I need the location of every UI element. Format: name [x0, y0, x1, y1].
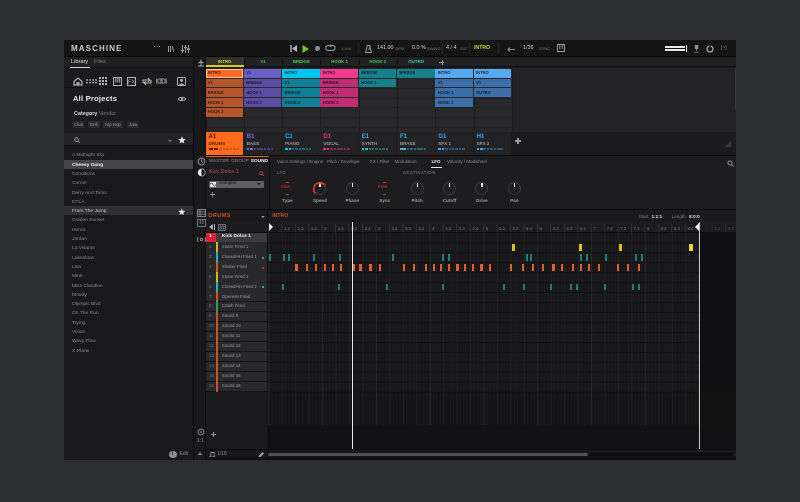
svg-text:6.4: 6.4 — [580, 226, 587, 231]
svg-text:5: 5 — [486, 226, 489, 231]
svg-text:3.3: 3.3 — [405, 226, 412, 231]
svg-text:7.2: 7.2 — [607, 226, 614, 231]
svg-text:3.4: 3.4 — [418, 226, 425, 231]
svg-text:3.2: 3.2 — [392, 226, 399, 231]
svg-text:7.4: 7.4 — [634, 226, 641, 231]
svg-text:7.3: 7.3 — [620, 226, 627, 231]
svg-text:5.3: 5.3 — [513, 226, 520, 231]
svg-text:6.3: 6.3 — [566, 226, 573, 231]
svg-text:4.3: 4.3 — [459, 226, 466, 231]
svg-text:1.3: 1.3 — [297, 226, 304, 231]
svg-text:5.4: 5.4 — [526, 226, 533, 231]
svg-text:2: 2 — [324, 226, 327, 231]
svg-text:2.2: 2.2 — [338, 226, 345, 231]
svg-text:FX: FX — [128, 79, 135, 85]
svg-text:1.4: 1.4 — [311, 226, 318, 231]
svg-text:6: 6 — [540, 226, 543, 231]
svg-text:2.4: 2.4 — [365, 226, 372, 231]
svg-text:8.4: 8.4 — [687, 226, 694, 231]
svg-text:4.2: 4.2 — [445, 226, 452, 231]
svg-text:8.3: 8.3 — [674, 226, 681, 231]
svg-text:8.2: 8.2 — [661, 226, 668, 231]
svg-text:9.3: 9.3 — [728, 226, 735, 231]
svg-text:9.2: 9.2 — [714, 226, 721, 231]
svg-text:6.2: 6.2 — [553, 226, 560, 231]
svg-text:4.4: 4.4 — [472, 226, 479, 231]
svg-text:7: 7 — [593, 226, 596, 231]
svg-text:8: 8 — [647, 226, 650, 231]
svg-text:3: 3 — [378, 226, 381, 231]
svg-text:1.2: 1.2 — [284, 226, 291, 231]
svg-text:5.2: 5.2 — [499, 226, 506, 231]
svg-text:4: 4 — [432, 226, 435, 231]
